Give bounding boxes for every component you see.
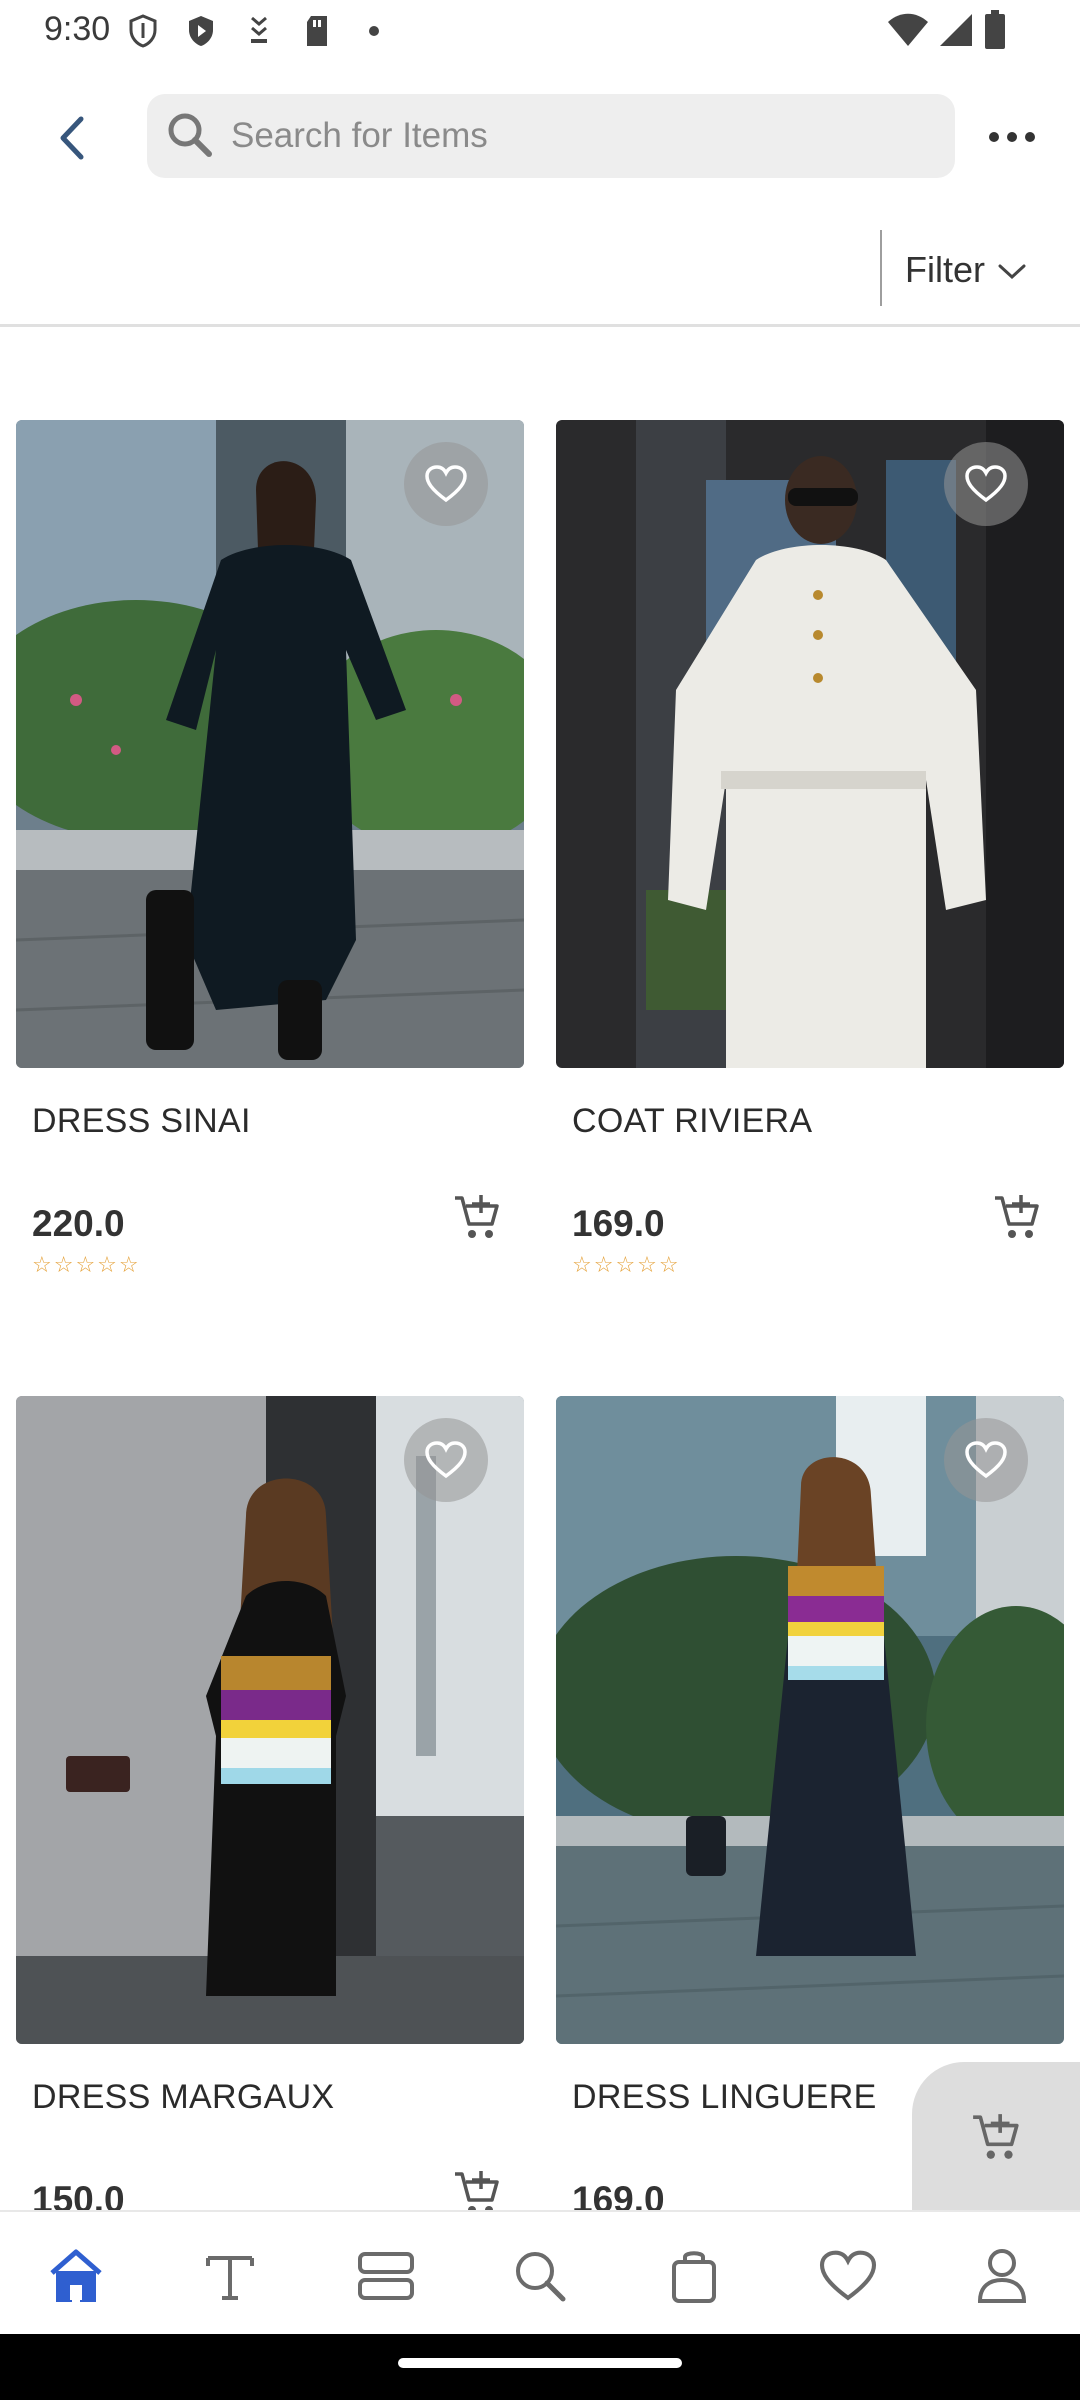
more-options-button[interactable] — [982, 112, 1042, 162]
search-bar[interactable] — [147, 94, 955, 178]
heart-outline-icon — [425, 1441, 467, 1479]
search-icon — [516, 2252, 566, 2302]
product-price: 220.0 — [32, 1203, 125, 1244]
chevron-left-icon — [60, 116, 84, 160]
bag-icon — [672, 2251, 716, 2303]
dot-icon — [368, 24, 380, 42]
favorite-button[interactable] — [404, 1418, 488, 1502]
heart-icon — [819, 2250, 877, 2301]
list-icon — [358, 2252, 414, 2300]
text-icon — [206, 2256, 254, 2300]
product-price: 169.0 — [572, 1203, 665, 1244]
sd-card-icon — [302, 14, 332, 53]
status-time: 9:30 — [44, 10, 111, 48]
heart-outline-icon — [965, 1441, 1007, 1479]
favorite-button[interactable] — [944, 442, 1028, 526]
filter-label: Filter — [905, 249, 985, 290]
shield-play-icon — [186, 14, 216, 53]
cellular-signal-icon — [938, 12, 974, 53]
status-bar: 9:30 — [0, 0, 1080, 62]
nav-text[interactable] — [190, 2242, 270, 2310]
add-to-cart-icon — [455, 1195, 499, 1238]
heart-outline-icon — [965, 465, 1007, 503]
person-icon — [977, 2249, 1027, 2303]
gesture-handle[interactable] — [398, 2358, 682, 2368]
home-icon — [50, 2249, 102, 2302]
filter-row: Filter — [0, 212, 1080, 327]
system-navigation-bar — [0, 2334, 1080, 2400]
nav-favorites[interactable] — [808, 2242, 888, 2310]
back-button[interactable] — [42, 108, 102, 168]
nav-list[interactable] — [346, 2242, 426, 2310]
wifi-icon — [886, 12, 930, 53]
bottom-navigation — [0, 2210, 1080, 2334]
product-name[interactable]: DRESS LINGUERE — [572, 2078, 877, 2117]
add-to-cart-button[interactable] — [992, 1192, 1042, 1242]
rating-stars: ☆☆☆☆☆ — [32, 1252, 141, 1277]
favorite-button[interactable] — [944, 1418, 1028, 1502]
battery-icon — [984, 10, 1006, 55]
search-icon — [165, 110, 215, 165]
floating-cart-button[interactable] — [912, 2062, 1080, 2212]
nav-bag[interactable] — [654, 2242, 734, 2310]
product-name[interactable]: COAT RIVIERA — [572, 1102, 812, 1141]
search-input[interactable] — [229, 94, 929, 178]
nav-home[interactable] — [36, 2242, 116, 2310]
nav-profile[interactable] — [962, 2242, 1042, 2310]
add-to-cart-button[interactable] — [452, 1192, 502, 1242]
top-app-bar — [0, 62, 1080, 212]
heart-outline-icon — [425, 465, 467, 503]
more-horizontal-icon — [989, 132, 1035, 142]
filter-button[interactable]: Filter — [905, 242, 1065, 298]
download-arrows-icon — [244, 14, 274, 53]
chevron-down-icon — [998, 264, 1026, 280]
shield-outline-icon — [128, 14, 158, 53]
add-to-cart-icon — [995, 1195, 1039, 1238]
add-to-cart-icon — [973, 2114, 1019, 2159]
divider — [0, 324, 1080, 327]
product-name[interactable]: DRESS SINAI — [32, 1102, 251, 1141]
divider — [880, 230, 882, 306]
nav-search[interactable] — [500, 2242, 580, 2310]
product-name[interactable]: DRESS MARGAUX — [32, 2078, 334, 2117]
rating-stars: ☆☆☆☆☆ — [572, 1252, 681, 1277]
favorite-button[interactable] — [404, 442, 488, 526]
